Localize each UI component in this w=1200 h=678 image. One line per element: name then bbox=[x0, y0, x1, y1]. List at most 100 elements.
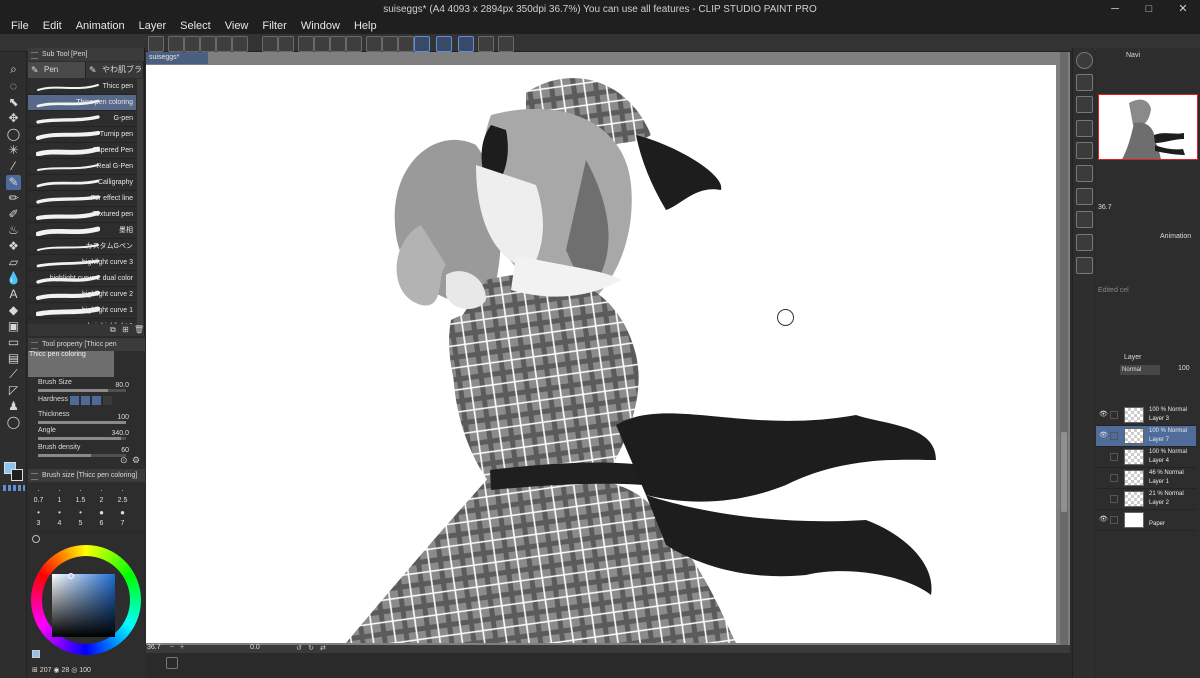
material-icon[interactable] bbox=[1076, 142, 1093, 159]
brush-size-property[interactable]: Brush Size 80.0 bbox=[28, 379, 145, 395]
correct-line-icon[interactable]: ◸ bbox=[6, 383, 21, 398]
zoom-out-icon[interactable]: − bbox=[170, 644, 174, 651]
size-preset[interactable]: 2.5 bbox=[112, 497, 133, 504]
hardness-level-2[interactable] bbox=[81, 396, 90, 405]
brush-item[interactable]: Textured pen bbox=[28, 207, 136, 223]
tab-yawa-brush[interactable]: ✎ やわ肌ブラシ bbox=[86, 62, 144, 78]
sub-tool-scrollbar[interactable] bbox=[137, 79, 143, 329]
speech-icon[interactable]: ◯ bbox=[6, 415, 21, 430]
fill-tool-icon[interactable]: ◆ bbox=[6, 303, 21, 318]
transparent-color-icon[interactable] bbox=[3, 485, 25, 491]
gradient-icon[interactable]: ▣ bbox=[6, 319, 21, 334]
brush-icon[interactable]: ✐ bbox=[6, 207, 21, 222]
undo-icon[interactable] bbox=[262, 36, 278, 52]
drawing-canvas[interactable] bbox=[146, 65, 1056, 643]
brush-item[interactable]: highlight curve 3 bbox=[28, 255, 136, 271]
canvas-vertical-scrollbar[interactable] bbox=[1060, 52, 1068, 645]
reset-icon[interactable]: ⊙ bbox=[120, 455, 128, 466]
ruler-icon[interactable]: ⟋ bbox=[6, 367, 21, 382]
grip-icon[interactable] bbox=[31, 52, 38, 59]
figure-icon[interactable]: ▭ bbox=[6, 335, 21, 350]
layer-lock-toggle[interactable] bbox=[1110, 453, 1118, 461]
show-selection-icon[interactable] bbox=[398, 36, 414, 52]
balloon-icon[interactable]: ♟ bbox=[6, 399, 21, 414]
brush-item[interactable]: Real G-Pen bbox=[28, 159, 136, 175]
rotate-left-icon[interactable]: ↺ bbox=[296, 644, 302, 652]
size-preset[interactable]: 6 bbox=[91, 520, 112, 527]
layer-property-icon[interactable] bbox=[1076, 96, 1093, 113]
sub-color-swatch[interactable] bbox=[11, 469, 23, 481]
brush-item[interactable]: 墨相 bbox=[28, 223, 136, 239]
saturation-value-square[interactable] bbox=[52, 574, 115, 637]
brush-item[interactable]: Thicc pen coloring bbox=[28, 95, 136, 111]
menu-file[interactable]: File bbox=[4, 18, 36, 34]
pencil-icon[interactable]: ✏ bbox=[6, 191, 21, 206]
operation-icon[interactable]: ⬉ bbox=[6, 95, 21, 110]
settings-icon[interactable]: ⚙ bbox=[132, 455, 140, 466]
invert-selection-icon[interactable] bbox=[382, 36, 398, 52]
eye-icon[interactable]: 👁 bbox=[1099, 432, 1108, 439]
size-preset[interactable]: 4 bbox=[49, 520, 70, 527]
menu-layer[interactable]: Layer bbox=[132, 18, 174, 34]
brush-size-slider[interactable] bbox=[38, 389, 126, 392]
hardness-property[interactable]: Hardness bbox=[28, 396, 145, 412]
maximize-button[interactable]: □ bbox=[1132, 2, 1166, 16]
close-panel-icon[interactable] bbox=[1076, 74, 1093, 91]
layer-row[interactable]: 👁 100 % Normal Layer 7 bbox=[1096, 426, 1196, 447]
tab-animation[interactable]: Animation bbox=[1160, 233, 1191, 240]
eraser-icon[interactable]: ▱ bbox=[6, 255, 21, 270]
pen-tool-icon[interactable]: ✎ bbox=[6, 175, 21, 190]
clear-layer-icon[interactable] bbox=[298, 36, 314, 52]
blend-icon[interactable]: 💧 bbox=[6, 271, 21, 286]
text-tool-icon[interactable]: A bbox=[6, 287, 21, 302]
new-file-icon[interactable] bbox=[168, 36, 184, 52]
flip-icon[interactable]: ⇄ bbox=[320, 644, 326, 652]
canvas-scroll-thumb[interactable] bbox=[1061, 432, 1067, 512]
layer-lock-toggle[interactable] bbox=[1110, 411, 1118, 419]
brush-item[interactable]: For effect line bbox=[28, 191, 136, 207]
material-folder-icon[interactable] bbox=[1076, 257, 1093, 274]
main-color-chip[interactable] bbox=[32, 650, 40, 658]
material-image-icon[interactable] bbox=[1076, 211, 1093, 228]
navigator-zoom[interactable]: 36.7 bbox=[1098, 204, 1112, 211]
fill-icon[interactable] bbox=[330, 36, 346, 52]
airbrush-icon[interactable]: ♨ bbox=[6, 223, 21, 238]
material-3d-icon[interactable] bbox=[1076, 234, 1093, 251]
menu-help[interactable]: Help bbox=[347, 18, 384, 34]
brush-density-slider[interactable] bbox=[38, 454, 126, 457]
layer-opacity[interactable]: 100 bbox=[1178, 365, 1190, 372]
tab-navigator[interactable]: Navi bbox=[1126, 52, 1140, 59]
search-icon[interactable] bbox=[1076, 52, 1093, 69]
deselect-icon[interactable] bbox=[366, 36, 382, 52]
size-preset[interactable]: 1.5 bbox=[70, 497, 91, 504]
eye-icon[interactable] bbox=[1099, 453, 1106, 460]
menu-window[interactable]: Window bbox=[294, 18, 347, 34]
eye-icon[interactable]: 👁 bbox=[1099, 516, 1108, 523]
snap-ruler-icon[interactable] bbox=[414, 36, 430, 52]
size-preset[interactable]: 7 bbox=[112, 520, 133, 527]
grip-icon[interactable] bbox=[31, 342, 38, 349]
brush-item[interactable]: Tapered Pen bbox=[28, 143, 136, 159]
auto-select-icon[interactable]: ✳ bbox=[6, 143, 21, 158]
eyedropper-icon[interactable]: ⁄ bbox=[6, 159, 21, 174]
tab-pen[interactable]: ✎ Pen bbox=[28, 62, 86, 78]
hardness-level-3[interactable] bbox=[92, 396, 101, 405]
export-png-icon[interactable] bbox=[232, 36, 248, 52]
brush-item[interactable]: highlight curve 2 dual color bbox=[28, 271, 136, 287]
move-icon[interactable]: ◌ bbox=[6, 79, 21, 94]
brush-item[interactable]: Turnip pen bbox=[28, 127, 136, 143]
clip-studio-icon[interactable] bbox=[148, 36, 164, 52]
size-preset[interactable]: 3 bbox=[28, 520, 49, 527]
rotate-right-icon[interactable]: ↻ bbox=[308, 644, 314, 652]
layer-row[interactable]: 46 % Normal Layer 1 bbox=[1096, 468, 1196, 489]
snap-special-ruler-icon[interactable] bbox=[436, 36, 452, 52]
blend-mode-select[interactable]: Normal bbox=[1120, 365, 1160, 375]
open-file-icon[interactable] bbox=[184, 36, 200, 52]
color-wheel-tab-icon[interactable] bbox=[32, 535, 40, 543]
eye-icon[interactable] bbox=[1099, 495, 1106, 502]
minimize-button[interactable]: ─ bbox=[1098, 2, 1132, 16]
hardness-level-1[interactable] bbox=[70, 396, 79, 405]
menu-edit[interactable]: Edit bbox=[36, 18, 69, 34]
menu-filter[interactable]: Filter bbox=[255, 18, 293, 34]
frame-border-icon[interactable]: ▤ bbox=[6, 351, 21, 366]
